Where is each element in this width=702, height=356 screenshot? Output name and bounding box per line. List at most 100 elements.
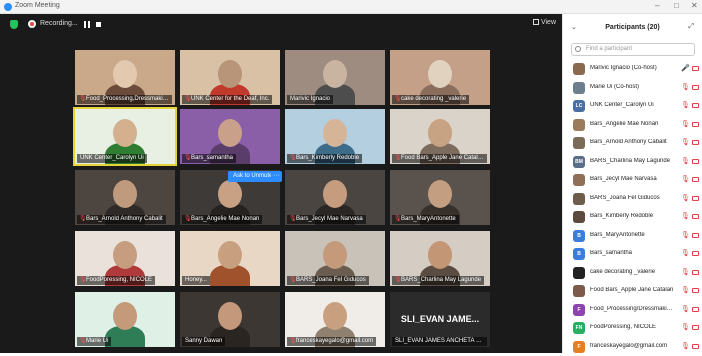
mic-muted-icon[interactable]: 🎙 (681, 324, 690, 332)
camera-off-icon[interactable] (692, 103, 699, 108)
avatar (573, 285, 585, 297)
participant-row[interactable]: F Food_Processing/Dressmaking_... 🎙 (563, 301, 702, 319)
participant-row[interactable]: Bars_Arnold Anthony Cabalit 🎙 (563, 134, 702, 152)
participant-row[interactable]: BARS_Joana Fel Giducos 🎙 (563, 190, 702, 208)
video-tile[interactable]: SLI_EVAN JAME... SLI_EVAN JAMES ANCHETA U… (390, 292, 490, 347)
video-tile[interactable]: 🎙 Bars_samantha (180, 109, 280, 164)
avatar: F (573, 303, 585, 316)
tile-name-label: Sanny Dawan (182, 337, 226, 346)
muted-mic-icon: 🎙 (289, 216, 297, 222)
camera-off-icon[interactable] (692, 288, 699, 293)
zoom-logo-icon (4, 3, 12, 11)
video-tile[interactable]: 🎙 UNK Center for the Deaf, Inc. (180, 50, 280, 105)
participant-row[interactable]: BM BARS_Charlina May Lagunde 🎙 (563, 153, 702, 171)
video-tile[interactable]: 🎙 BARS_Charlina May Lagunde (390, 231, 490, 286)
tile-name: Bars_MaryAntonette (401, 216, 456, 222)
participant-row[interactable]: cake decorating _valerie 🎙 (563, 264, 702, 282)
mic-muted-icon[interactable]: 🎙 (681, 232, 690, 240)
pause-recording-icon[interactable] (84, 21, 90, 28)
participant-row[interactable]: FN FoodPoressing, NICOLE 🎙 (563, 319, 702, 337)
participant-face (113, 60, 137, 88)
participant-row[interactable]: B Bars_MaryAntonette 🎙 (563, 227, 702, 245)
camera-off-icon[interactable] (692, 140, 699, 145)
participant-row[interactable]: LC UNK Center_Carolyn Ui 🎙 (563, 97, 702, 115)
tile-name-label: UNK Center_Carolyn Ui (77, 154, 147, 163)
video-tile[interactable]: Honey... (180, 231, 280, 286)
video-tile[interactable]: 🎙 Food Bars_Apple Jane Catalan (390, 109, 490, 164)
mic-muted-icon[interactable]: 🎙 (681, 139, 690, 147)
view-button[interactable]: View (532, 19, 556, 26)
participant-row[interactable]: Marivic Ignacio (Co-host) 🎤 (563, 60, 702, 78)
more-options-button[interactable]: ··· (271, 171, 282, 182)
mic-on-icon[interactable]: 🎤 (681, 65, 690, 73)
participant-row[interactable]: Bars_Jecyl Mae Narvasa 🎙 (563, 171, 702, 189)
camera-off-icon[interactable] (692, 158, 699, 164)
meeting-area: Recording... View 🎙 Food_Processing,Dress… (0, 14, 562, 353)
video-tile[interactable]: Marivic Ignacio (285, 50, 385, 105)
mic-muted-icon[interactable]: 🎙 (681, 84, 690, 92)
mic-muted-icon[interactable]: 🎙 (681, 269, 690, 277)
participant-face (428, 180, 452, 208)
camera-off-icon[interactable] (692, 269, 699, 275)
video-tile[interactable]: 🎙 cake decorating _valerie (390, 50, 490, 105)
participant-name: Food Bars_Apple Jane Catalan (590, 287, 674, 293)
close-button[interactable]: ✕ (691, 1, 698, 10)
camera-off-icon[interactable] (692, 121, 699, 127)
mic-muted-icon[interactable]: 🎙 (681, 195, 690, 203)
mic-muted-icon[interactable]: 🎙 (681, 306, 690, 314)
camera-off-icon[interactable] (692, 251, 699, 256)
camera-off-icon[interactable] (692, 306, 699, 312)
participant-row[interactable]: Food Bars_Apple Jane Catalan 🎙 (563, 282, 702, 300)
muted-mic-icon: 🎙 (394, 277, 402, 283)
participant-row[interactable]: B Bars_samantha 🎙 (563, 245, 702, 263)
mic-muted-icon[interactable]: 🎙 (681, 158, 690, 166)
tile-name-label: 🎙 franceskayegalo@gmail.com (287, 337, 377, 346)
participant-face (323, 302, 347, 330)
video-tile[interactable]: 🎙 FoodPoressing, NICOLE (75, 231, 175, 286)
camera-off-icon[interactable] (692, 84, 699, 90)
participant-face (218, 180, 242, 208)
video-tile[interactable]: 🎙 franceskayegalo@gmail.com (285, 292, 385, 347)
video-tile[interactable]: UNK Center_Carolyn Ui (73, 107, 177, 166)
maximize-button[interactable]: □ (674, 1, 679, 10)
ask-to-unmute-button[interactable]: Ask to Unmute (228, 171, 278, 182)
avatar (573, 137, 585, 149)
mic-muted-icon[interactable]: 🎙 (681, 102, 690, 110)
camera-off-icon[interactable] (692, 66, 699, 71)
camera-off-icon[interactable] (692, 325, 699, 330)
camera-off-icon[interactable] (692, 343, 699, 349)
camera-off-icon[interactable] (692, 177, 699, 182)
participant-name: Bars_Angelie Mae Nonan (590, 120, 659, 127)
participant-search-input[interactable]: Find a participant (571, 43, 695, 56)
stop-recording-icon[interactable] (96, 22, 101, 27)
video-tile[interactable]: Sanny Dawan (180, 292, 280, 347)
mic-muted-icon[interactable]: 🎙 (681, 213, 690, 221)
video-tile[interactable]: 🎙 Bars_Arnold Anthony Cabalit (75, 170, 175, 225)
video-tile[interactable]: 🎙 Marie Ui (75, 292, 175, 347)
mic-muted-icon[interactable]: 🎙 (681, 287, 690, 295)
mic-muted-icon[interactable]: 🎙 (681, 343, 690, 351)
participant-name: Food_Processing/Dressmaking_... (590, 305, 676, 312)
tile-name: UNK Center for the Deaf, Inc. (191, 96, 270, 102)
camera-off-icon[interactable] (692, 195, 699, 201)
video-tile[interactable]: 🎙 BARS_Joana Fel Giducos (285, 231, 385, 286)
minimize-button[interactable]: – (655, 1, 659, 10)
participant-row[interactable]: Marie Ui (Co-host) 🎙 (563, 79, 702, 97)
mic-muted-icon[interactable]: 🎙 (681, 250, 690, 258)
view-label: View (540, 19, 556, 26)
video-tile[interactable]: 🎙 Bars_Jecyl Mae Narvasa (285, 170, 385, 225)
participant-row[interactable]: Bars_Kimberly Redoble 🎙 (563, 208, 702, 226)
muted-mic-icon: 🎙 (184, 96, 192, 102)
mic-muted-icon[interactable]: 🎙 (681, 121, 690, 129)
meeting-topbar: Recording... View (0, 14, 562, 34)
security-shield-icon[interactable] (10, 20, 18, 29)
tile-name: Sanny Dawan (185, 338, 223, 344)
camera-off-icon[interactable] (692, 214, 699, 219)
mic-muted-icon[interactable]: 🎙 (681, 176, 690, 184)
video-tile[interactable]: 🎙Food_Processing,Dressmaking_U... (75, 50, 175, 105)
popout-icon[interactable]: ⤢ (688, 23, 694, 31)
participant-row[interactable]: Bars_Angelie Mae Nonan 🎙 (563, 116, 702, 134)
video-tile[interactable]: 🎙 Bars_MaryAntonette (390, 170, 490, 225)
video-tile[interactable]: 🎙 Bars_Kimberly Redoble (285, 109, 385, 164)
camera-off-icon[interactable] (692, 232, 699, 238)
